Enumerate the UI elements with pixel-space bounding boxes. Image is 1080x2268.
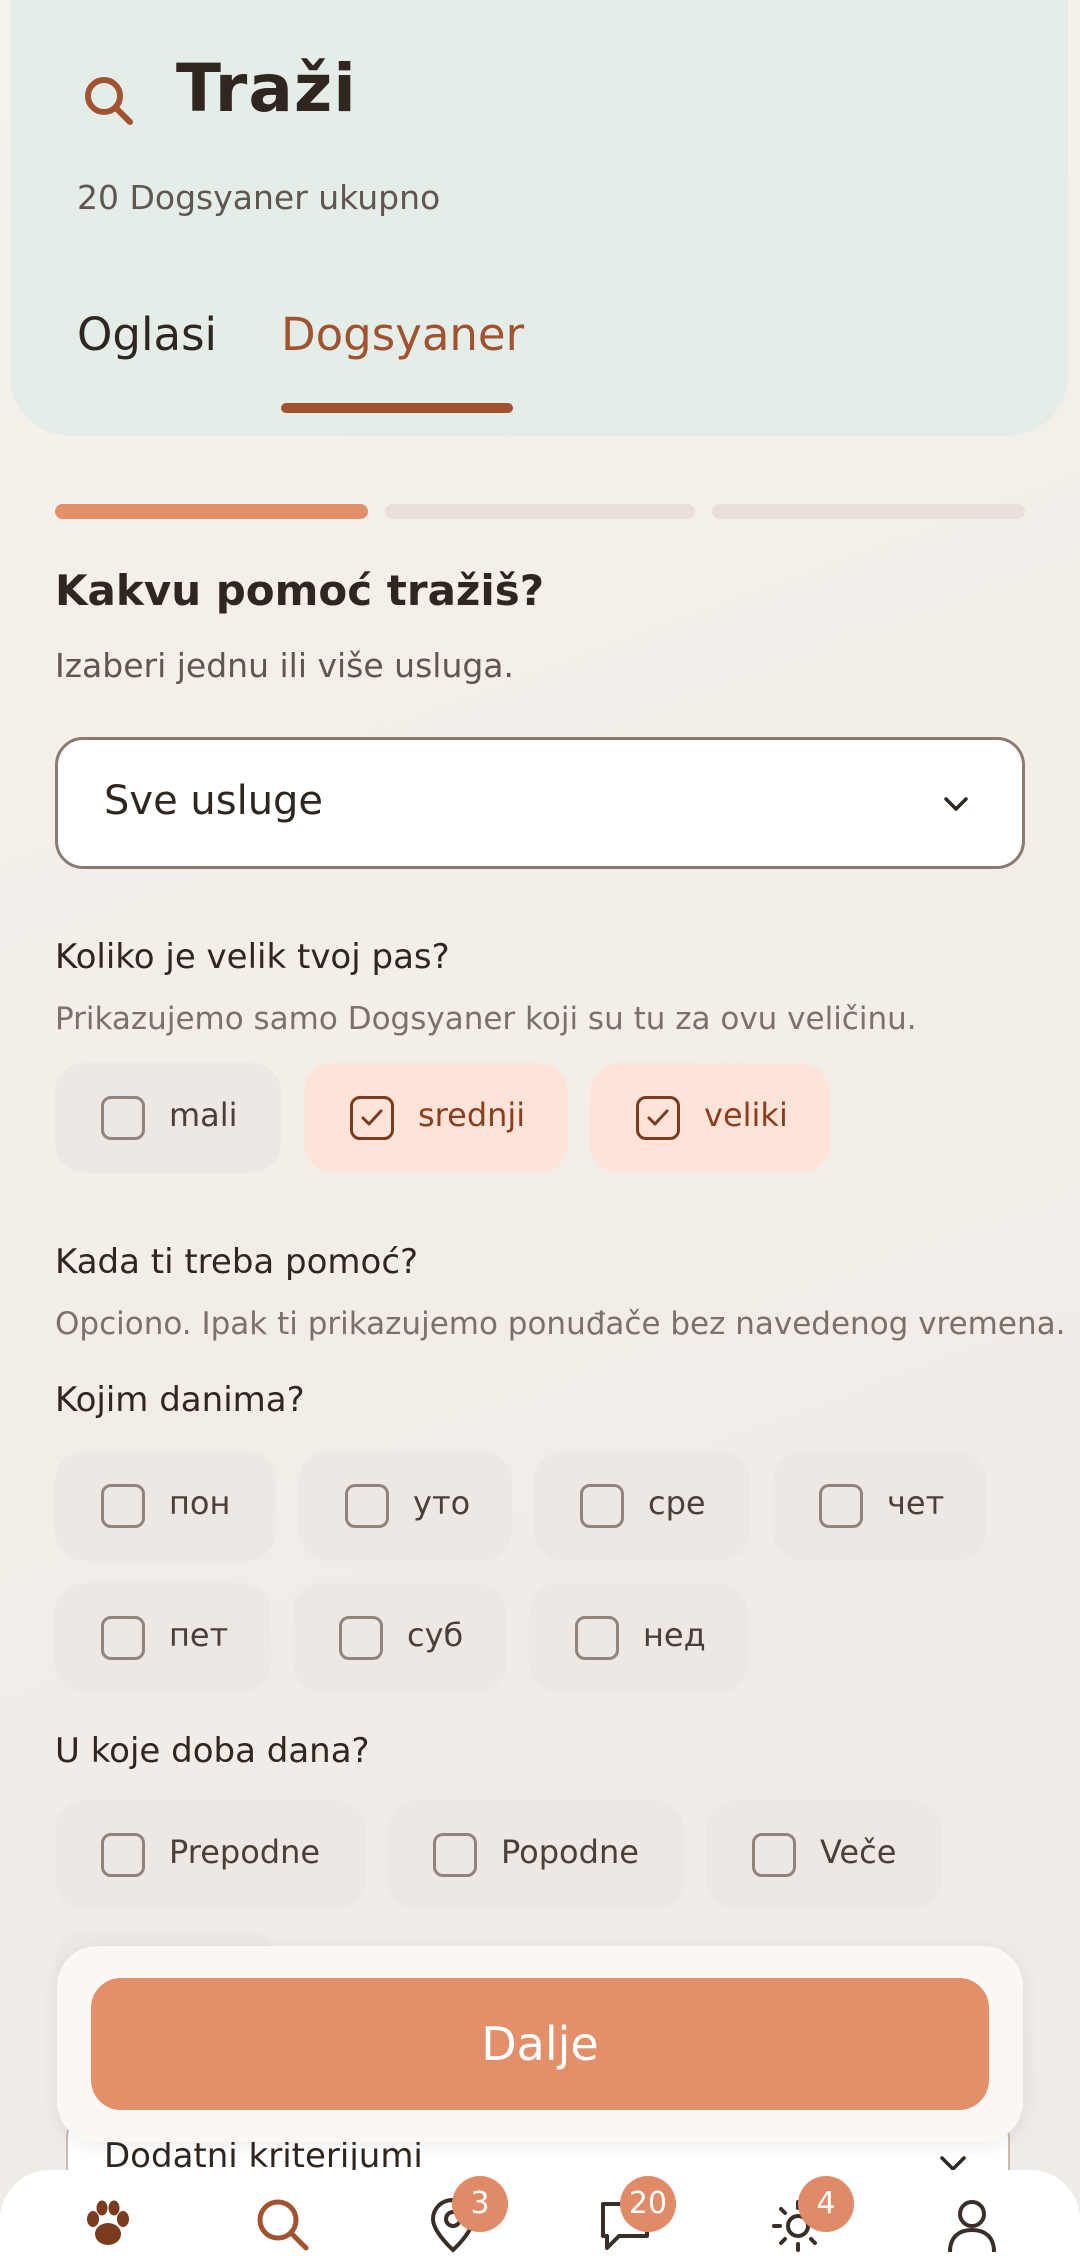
checkbox-checked[interactable] — [350, 1096, 394, 1140]
day-chip-sre[interactable]: сре — [534, 1451, 750, 1561]
checkbox[interactable] — [752, 1833, 796, 1877]
progress-step-1 — [55, 504, 368, 519]
when-question: Kada ti treba pomoć? — [55, 1242, 419, 1282]
time-chip-prepodne[interactable]: Prepodne — [55, 1800, 366, 1910]
paw-icon[interactable] — [78, 2194, 138, 2254]
tab-oglasi[interactable]: Oglasi — [77, 308, 217, 361]
days-label: Kojim danima? — [55, 1380, 305, 1420]
checkbox[interactable] — [101, 1096, 145, 1140]
size-chip-srednji[interactable]: srednji — [304, 1063, 568, 1173]
time-label: U koje doba dana? — [55, 1731, 370, 1771]
checkbox[interactable] — [433, 1833, 477, 1877]
dog-size-question: Koliko je velik tvoj pas? — [55, 937, 450, 977]
day-chip-pon[interactable]: пон — [55, 1451, 276, 1561]
checkbox[interactable] — [575, 1616, 619, 1660]
day-chip-ned[interactable]: нед — [529, 1583, 748, 1693]
time-chip-popodne[interactable]: Popodne — [387, 1800, 684, 1910]
time-chip-vece[interactable]: Veče — [706, 1800, 942, 1910]
when-hint: Opciono. Ipak ti prikazujemo ponuđače be… — [55, 1306, 1066, 1342]
day-chip-uto[interactable]: уто — [299, 1451, 512, 1561]
day-chip-pet[interactable]: пет — [55, 1583, 271, 1693]
bottom-nav: 3 20 4 — [0, 2170, 1080, 2268]
size-chip-veliki[interactable]: veliki — [590, 1063, 830, 1173]
dog-size-hint: Prikazujemo samo Dogsyaner koji su tu za… — [55, 1001, 917, 1037]
check-icon — [361, 1109, 383, 1126]
checkbox[interactable] — [345, 1484, 389, 1528]
next-button[interactable]: Dalje — [91, 1978, 989, 2110]
services-select-value: Sve usluge — [104, 778, 324, 824]
checkbox[interactable] — [101, 1833, 145, 1877]
checkbox[interactable] — [101, 1484, 145, 1528]
profile-icon[interactable] — [942, 2194, 1002, 2254]
search-icon[interactable] — [252, 2194, 312, 2254]
check-icon — [647, 1109, 669, 1126]
bottom-action-card: Dalje — [57, 1946, 1023, 2142]
page-title: Traži — [176, 50, 357, 127]
chat-badge: 20 — [620, 2176, 676, 2232]
services-select[interactable]: Sve usluge — [55, 737, 1025, 869]
services-hint: Izaberi jednu ili više usluga. — [55, 646, 515, 685]
tab-dogsyaner[interactable]: Dogsyaner — [281, 308, 524, 361]
progress-step-3 — [712, 504, 1025, 519]
results-count: 20 Dogsyaner ukupno — [77, 178, 441, 217]
checkbox[interactable] — [819, 1484, 863, 1528]
active-tab-indicator — [281, 403, 513, 413]
size-chip-mali[interactable]: mali — [55, 1063, 281, 1173]
checkbox[interactable] — [339, 1616, 383, 1660]
location-badge: 3 — [452, 2176, 508, 2232]
progress-step-2 — [385, 504, 695, 519]
checkbox[interactable] — [101, 1616, 145, 1660]
chevron-down-icon — [944, 797, 968, 811]
search-icon — [85, 77, 133, 125]
sun-badge: 4 — [798, 2176, 854, 2232]
checkbox[interactable] — [580, 1484, 624, 1528]
day-chip-sub[interactable]: суб — [293, 1583, 506, 1693]
services-question: Kakvu pomoć tražiš? — [55, 566, 545, 615]
checkbox-checked[interactable] — [636, 1096, 680, 1140]
day-chip-cet[interactable]: чет — [773, 1451, 986, 1561]
header: Traži 20 Dogsyaner ukupno Oglasi Dogsyan… — [10, 0, 1068, 436]
